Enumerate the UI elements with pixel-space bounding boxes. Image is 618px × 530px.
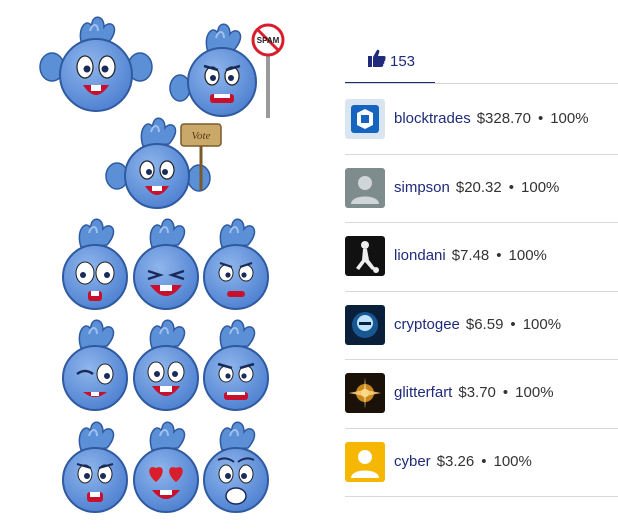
voter-username[interactable]: blocktrades <box>394 110 471 127</box>
vote-emoji: Vote <box>105 117 222 209</box>
voter-percent: 100% <box>508 247 547 264</box>
avatar[interactable] <box>345 373 385 413</box>
votes-tabbar: 153 <box>345 40 618 84</box>
yellow-user-icon <box>345 441 385 482</box>
voter-info: cyber $3.26 • 100% <box>394 453 532 470</box>
separator-dot: • <box>510 315 516 333</box>
voter-row: cyber $3.26 • 100% <box>345 429 618 497</box>
separator-dot: • <box>502 384 509 401</box>
voter-row: blocktrades $328.70 • 100% <box>345 86 618 155</box>
voter-list: blocktrades $328.70 • 100% simpson $20.32 • 10… <box>345 86 618 497</box>
voter-info: simpson $20.32 • 100% <box>394 179 559 196</box>
voter-percent: 100% <box>493 452 532 470</box>
voter-username[interactable]: cyber <box>394 453 431 470</box>
soccer-player-icon <box>345 236 385 276</box>
voter-percent: 100% <box>515 384 554 401</box>
emoji-face-5 <box>133 319 199 411</box>
avatar[interactable] <box>345 304 385 345</box>
emoji-face-1 <box>62 218 128 310</box>
voter-row: liondani $7.48 • 100% <box>345 223 618 292</box>
voter-username[interactable]: simpson <box>394 179 450 196</box>
voter-info: glitterfart $3.70 • 100% <box>394 384 554 401</box>
emoji-face-8 <box>133 421 199 513</box>
voter-info: blocktrades $328.70 • 100% <box>394 110 589 127</box>
separator-dot: • <box>481 452 487 470</box>
spam-sign-text: SPAM <box>257 36 280 45</box>
voters-panel: 153 blocktrades $328.70 • 100% simpson $… <box>345 0 618 530</box>
voter-info: liondani $7.48 • 100% <box>394 247 547 264</box>
voter-percent: 100% <box>550 110 589 127</box>
spam-emoji: SPAM <box>169 23 285 118</box>
emoji-face-3 <box>203 218 269 310</box>
voter-amount: $6.59 <box>465 315 504 333</box>
tab-divider <box>345 83 618 84</box>
thumbs-up-icon <box>368 49 386 67</box>
voter-username[interactable]: cryptogee <box>394 316 460 333</box>
voter-amount: $328.70 <box>476 110 531 127</box>
voter-row: simpson $20.32 • 100% <box>345 155 618 223</box>
separator-dot: • <box>508 178 515 196</box>
emoji-face-7 <box>62 421 128 513</box>
voter-amount: $20.32 <box>455 178 502 196</box>
voter-info: cryptogee $6.59 • 100% <box>394 316 561 333</box>
emoji-illustration: SPAM Vote <box>39 16 285 513</box>
avatar[interactable] <box>345 167 385 208</box>
voter-username[interactable]: liondani <box>394 247 446 264</box>
emoji-face-4 <box>62 319 128 411</box>
robot-head-icon <box>345 304 385 345</box>
voter-username[interactable]: glitterfart <box>394 384 452 401</box>
separator-dot: • <box>496 247 502 264</box>
avatar[interactable] <box>345 441 385 482</box>
avatar[interactable] <box>345 236 385 276</box>
avatar[interactable] <box>345 99 385 139</box>
voter-amount: $7.48 <box>451 247 490 264</box>
vote-count: 153 <box>390 53 416 70</box>
voter-amount: $3.26 <box>436 452 475 470</box>
emoji-face-9 <box>203 421 269 513</box>
blocktrades-logo-icon <box>345 99 385 139</box>
thumbs-up-emoji <box>39 16 153 112</box>
voter-percent: 100% <box>521 178 560 196</box>
voter-row: cryptogee $6.59 • 100% <box>345 292 618 360</box>
votes-tab[interactable]: 153 <box>345 40 435 84</box>
voter-percent: 100% <box>522 315 562 333</box>
voter-amount: $3.70 <box>458 384 496 401</box>
separator-dot: • <box>537 110 544 127</box>
sparkle-burst-icon <box>345 373 385 413</box>
emoji-face-2 <box>133 218 199 310</box>
vote-sign-text: Vote <box>192 130 211 142</box>
emoji-face-6 <box>203 319 269 411</box>
default-user-icon <box>345 167 385 208</box>
voter-row: glitterfart $3.70 • 100% <box>345 360 618 429</box>
